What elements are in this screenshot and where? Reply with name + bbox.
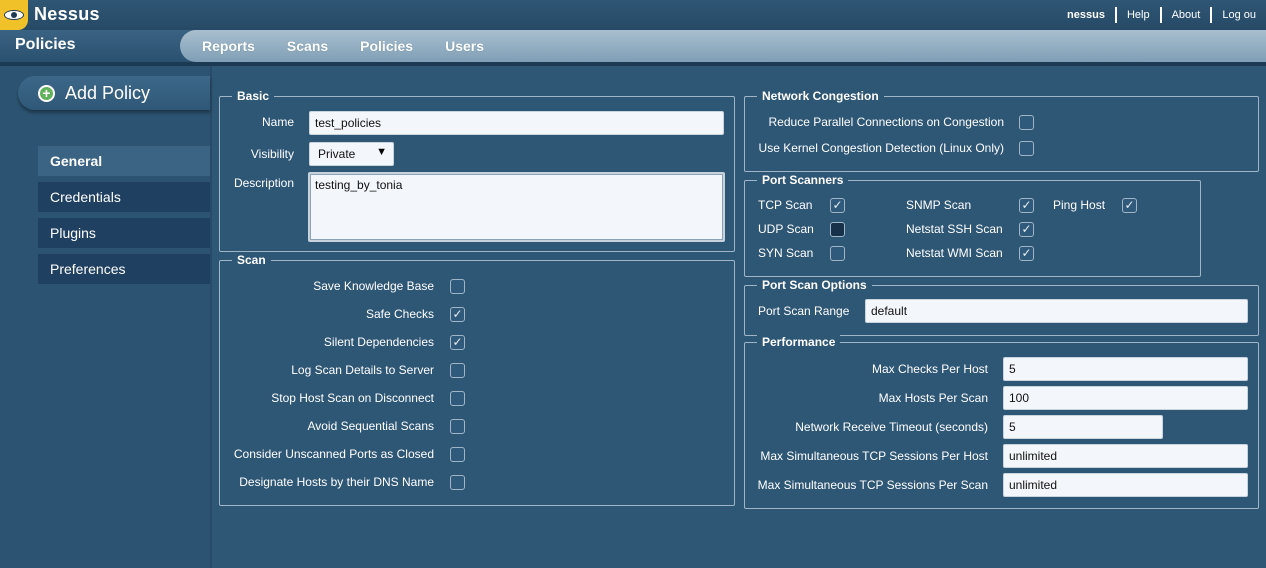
about-link[interactable]: About bbox=[1159, 7, 1211, 23]
tcp-sessions-host-label: Max Simultaneous TCP Sessions Per Host bbox=[760, 449, 988, 463]
max-checks-field[interactable]: 5 bbox=[1003, 357, 1248, 381]
visibility-select[interactable]: Private ▼ bbox=[309, 142, 394, 166]
dropdown-arrow-icon: ▼ bbox=[376, 146, 387, 158]
unscanned-ports-closed-checkbox[interactable] bbox=[450, 447, 465, 462]
reduce-parallel-checkbox[interactable] bbox=[1019, 115, 1034, 130]
logout-link[interactable]: Log ou bbox=[1210, 7, 1266, 23]
sidebar-item-credentials[interactable]: Credentials bbox=[38, 182, 210, 212]
sidebar-item-plugins[interactable]: Plugins bbox=[38, 218, 210, 248]
max-hosts-label: Max Hosts Per Scan bbox=[878, 391, 988, 405]
plus-circle-icon: + bbox=[38, 84, 55, 102]
max-checks-label: Max Checks Per Host bbox=[871, 362, 988, 376]
eye-icon bbox=[4, 10, 24, 20]
receive-timeout-field[interactable]: 5 bbox=[1003, 415, 1163, 439]
port-scan-range-field[interactable]: default bbox=[865, 299, 1248, 323]
udp-scan-checkbox[interactable] bbox=[830, 222, 845, 237]
designate-hosts-dns-label: Designate Hosts by their DNS Name bbox=[239, 475, 434, 489]
netstat-wmi-scan-checkbox[interactable]: ✓ bbox=[1019, 246, 1034, 261]
snmp-scan-checkbox[interactable]: ✓ bbox=[1019, 198, 1034, 213]
user-name: nessus bbox=[1067, 9, 1105, 21]
tcp-sessions-scan-field[interactable]: unlimited bbox=[1003, 473, 1248, 497]
safe-checks-checkbox[interactable]: ✓ bbox=[450, 307, 465, 322]
left-panel bbox=[0, 66, 210, 568]
netstat-ssh-scan-checkbox[interactable]: ✓ bbox=[1019, 222, 1034, 237]
performance-legend: Performance bbox=[757, 334, 841, 350]
scan-legend: Scan bbox=[232, 252, 271, 268]
save-knowledge-base-label: Save Knowledge Base bbox=[313, 279, 434, 293]
designate-hosts-dns-checkbox[interactable] bbox=[450, 475, 465, 490]
log-scan-details-checkbox[interactable] bbox=[450, 363, 465, 378]
netstat-ssh-scan-label: Netstat SSH Scan bbox=[906, 222, 1003, 236]
kernel-congestion-checkbox[interactable] bbox=[1019, 141, 1034, 156]
ping-host-label: Ping Host bbox=[1053, 198, 1106, 212]
page-title: Policies bbox=[15, 36, 76, 53]
main-nav: Reports Scans Policies Users bbox=[180, 30, 1266, 62]
reduce-parallel-label: Reduce Parallel Connections on Congestio… bbox=[768, 115, 1004, 129]
add-policy-header: + Add Policy bbox=[18, 76, 210, 110]
receive-timeout-label: Network Receive Timeout (seconds) bbox=[795, 420, 988, 434]
log-scan-details-label: Log Scan Details to Server bbox=[291, 363, 434, 377]
kernel-congestion-label: Use Kernel Congestion Detection (Linux O… bbox=[758, 141, 1004, 155]
silent-dependencies-label: Silent Dependencies bbox=[323, 335, 434, 349]
safe-checks-label: Safe Checks bbox=[365, 307, 434, 321]
stop-host-scan-checkbox[interactable] bbox=[450, 391, 465, 406]
visibility-value: Private bbox=[318, 147, 356, 161]
save-knowledge-base-checkbox[interactable] bbox=[450, 279, 465, 294]
avoid-sequential-scans-label: Avoid Sequential Scans bbox=[307, 419, 434, 433]
udp-scan-label: UDP Scan bbox=[758, 222, 814, 236]
basic-legend: Basic bbox=[232, 88, 275, 104]
visibility-label: Visibility bbox=[250, 147, 294, 161]
tcp-sessions-scan-label: Max Simultaneous TCP Sessions Per Scan bbox=[757, 478, 988, 492]
description-label: Description bbox=[233, 176, 294, 190]
max-hosts-field[interactable]: 100 bbox=[1003, 386, 1248, 410]
sidebar-item-general[interactable]: General bbox=[38, 146, 210, 176]
snmp-scan-label: SNMP Scan bbox=[906, 198, 972, 212]
add-policy-label: Add Policy bbox=[65, 82, 151, 103]
name-field[interactable]: test_policies bbox=[309, 111, 724, 135]
network-congestion-legend: Network Congestion bbox=[757, 88, 884, 104]
nessus-logo bbox=[0, 0, 28, 30]
nav-reports[interactable]: Reports bbox=[202, 38, 255, 54]
network-congestion-section: Network Congestion bbox=[744, 88, 1259, 172]
syn-scan-label: SYN Scan bbox=[758, 246, 814, 260]
port-scanners-legend: Port Scanners bbox=[757, 172, 849, 188]
logo-text: Nessus bbox=[34, 4, 100, 24]
unscanned-ports-closed-label: Consider Unscanned Ports as Closed bbox=[233, 447, 434, 461]
top-bar: Nessus nessus Help About Log ou bbox=[0, 0, 1266, 30]
silent-dependencies-checkbox[interactable]: ✓ bbox=[450, 335, 465, 350]
top-links: nessus Help About Log ou bbox=[1057, 0, 1266, 30]
ping-host-checkbox[interactable]: ✓ bbox=[1122, 198, 1137, 213]
tcp-sessions-host-field[interactable]: unlimited bbox=[1003, 444, 1248, 468]
nav-users[interactable]: Users bbox=[445, 38, 484, 54]
description-field[interactable]: testing_by_tonia bbox=[308, 172, 725, 242]
netstat-wmi-scan-label: Netstat WMI Scan bbox=[906, 246, 1003, 260]
port-scan-range-label: Port Scan Range bbox=[758, 304, 850, 318]
name-label: Name bbox=[261, 115, 294, 129]
port-scan-options-legend: Port Scan Options bbox=[757, 277, 872, 293]
sidebar-item-preferences[interactable]: Preferences bbox=[38, 254, 210, 284]
tcp-scan-checkbox[interactable]: ✓ bbox=[830, 198, 845, 213]
tcp-scan-label: TCP Scan bbox=[758, 198, 813, 212]
help-link[interactable]: Help bbox=[1114, 7, 1160, 23]
stop-host-scan-label: Stop Host Scan on Disconnect bbox=[271, 391, 434, 405]
avoid-sequential-scans-checkbox[interactable] bbox=[450, 419, 465, 434]
nav-policies[interactable]: Policies bbox=[360, 38, 413, 54]
nav-scans[interactable]: Scans bbox=[287, 38, 328, 54]
scan-section: Scan bbox=[219, 252, 735, 506]
syn-scan-checkbox[interactable] bbox=[830, 246, 845, 261]
